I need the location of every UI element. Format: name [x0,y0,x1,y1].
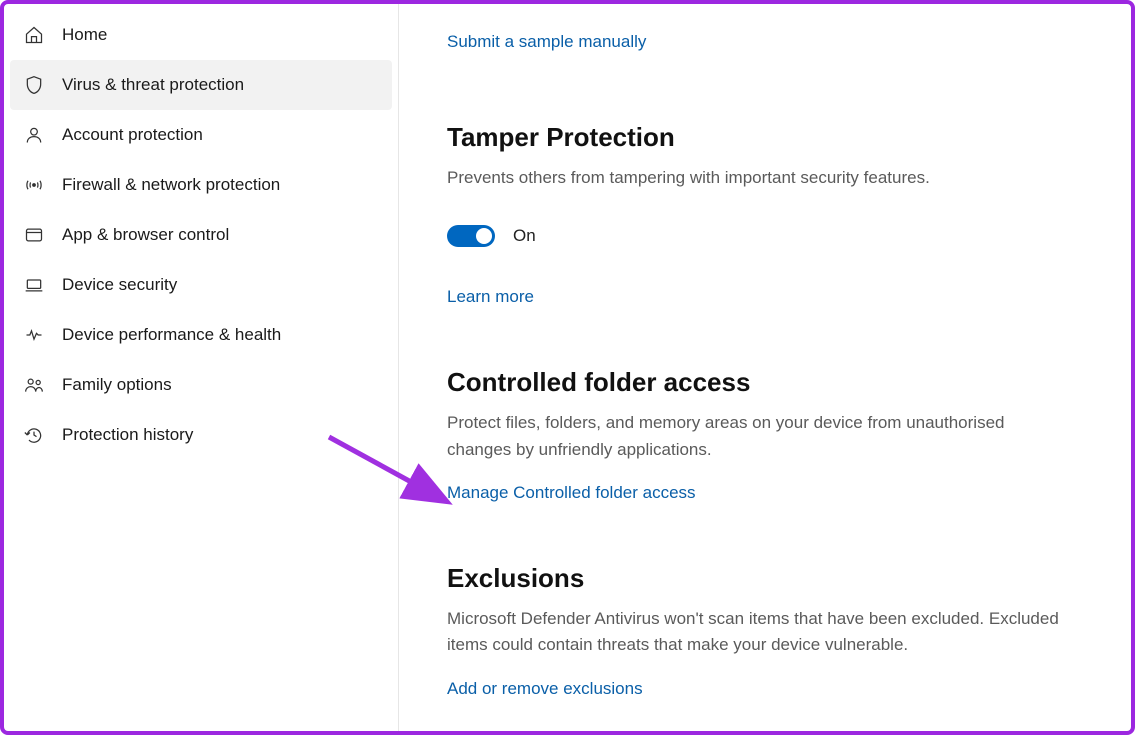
sidebar-item-label: Account protection [62,125,203,145]
controlled-folder-section: Controlled folder access Protect files, … [447,367,1083,503]
sidebar-item-app-browser[interactable]: App & browser control [10,210,392,260]
sidebar-item-home[interactable]: Home [10,10,392,60]
manage-cfa-link[interactable]: Manage Controlled folder access [447,483,696,503]
sidebar-item-label: Device security [62,275,177,295]
window-icon [24,225,44,245]
sidebar-item-label: Home [62,25,107,45]
tamper-toggle[interactable] [447,225,495,247]
history-icon [24,425,44,445]
tamper-desc: Prevents others from tampering with impo… [447,165,1067,191]
sidebar-item-device-security[interactable]: Device security [10,260,392,310]
heartbeat-icon [24,325,44,345]
exclusions-title: Exclusions [447,563,1083,594]
add-exclusions-link[interactable]: Add or remove exclusions [447,679,643,699]
tamper-learn-more-link[interactable]: Learn more [447,287,534,307]
sidebar-item-family[interactable]: Family options [10,360,392,410]
tamper-toggle-label: On [513,226,536,246]
tamper-toggle-row: On [447,225,1083,247]
exclusions-desc: Microsoft Defender Antivirus won't scan … [447,606,1067,659]
sidebar-item-label: App & browser control [62,225,229,245]
cfa-desc: Protect files, folders, and memory areas… [447,410,1067,463]
tamper-protection-section: Tamper Protection Prevents others from t… [447,122,1083,307]
sidebar-item-label: Firewall & network protection [62,175,280,195]
people-icon [24,375,44,395]
tamper-title: Tamper Protection [447,122,1083,153]
shield-icon [24,75,44,95]
sidebar-item-label: Protection history [62,425,193,445]
sidebar-item-label: Family options [62,375,172,395]
sidebar: Home Virus & threat protection Account p… [4,4,399,731]
cfa-title: Controlled folder access [447,367,1083,398]
sidebar-item-performance[interactable]: Device performance & health [10,310,392,360]
sidebar-item-virus-threat[interactable]: Virus & threat protection [10,60,392,110]
home-icon [24,25,44,45]
main-content: Submit a sample manually Tamper Protecti… [399,4,1131,731]
sidebar-item-account[interactable]: Account protection [10,110,392,160]
laptop-icon [24,275,44,295]
submit-sample-link[interactable]: Submit a sample manually [447,32,646,52]
antenna-icon [24,175,44,195]
sidebar-item-firewall[interactable]: Firewall & network protection [10,160,392,210]
sidebar-item-label: Virus & threat protection [62,75,244,95]
sidebar-item-history[interactable]: Protection history [10,410,392,460]
person-icon [24,125,44,145]
sidebar-item-label: Device performance & health [62,325,281,345]
exclusions-section: Exclusions Microsoft Defender Antivirus … [447,563,1083,699]
